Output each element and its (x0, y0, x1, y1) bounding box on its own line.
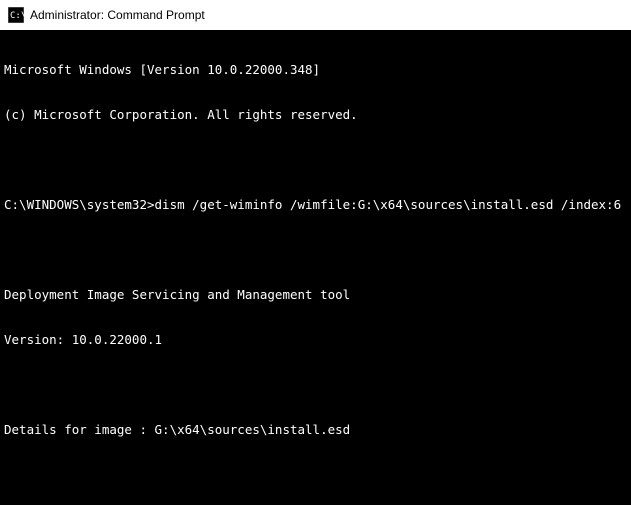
details-header: Details for image : G:\x64\sources\insta… (4, 422, 627, 437)
blank-line (4, 242, 627, 257)
cmd-icon: C:\ (8, 7, 24, 23)
os-banner-version: Microsoft Windows [Version 10.0.22000.34… (4, 62, 627, 77)
blank-line (4, 467, 627, 482)
dism-version: Version: 10.0.22000.1 (4, 332, 627, 347)
title-bar[interactable]: C:\ Administrator: Command Prompt (0, 0, 631, 30)
blank-line (4, 377, 627, 392)
dism-title: Deployment Image Servicing and Managemen… (4, 287, 627, 302)
cmd-window: C:\ Administrator: Command Prompt Micros… (0, 0, 631, 505)
command-text: dism /get-wiminfo /wimfile:G:\x64\source… (155, 197, 622, 212)
blank-line (4, 152, 627, 167)
terminal-area[interactable]: Microsoft Windows [Version 10.0.22000.34… (0, 30, 631, 505)
prompt-line: C:\WINDOWS\system32>dism /get-wiminfo /w… (4, 197, 627, 212)
os-banner-copyright: (c) Microsoft Corporation. All rights re… (4, 107, 627, 122)
window-title: Administrator: Command Prompt (30, 8, 205, 22)
prompt-path: C:\WINDOWS\system32> (4, 197, 155, 212)
svg-text:C:\: C:\ (10, 11, 24, 21)
